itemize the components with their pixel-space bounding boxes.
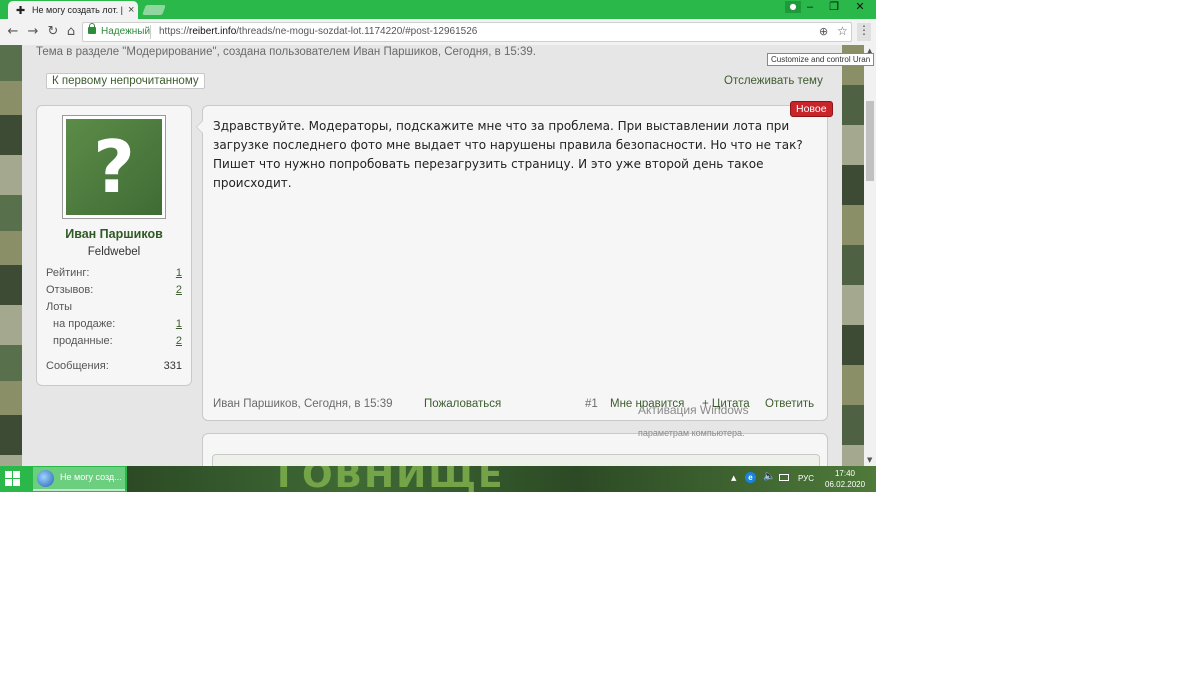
address-bar[interactable]: Надежный https://reibert.info/threads/ne… <box>82 22 852 42</box>
background-camo-left <box>0 45 22 466</box>
tab-close-icon[interactable]: × <box>128 4 134 16</box>
windows-start-icon[interactable] <box>5 471 21 487</box>
menu-tooltip: Customize and control Uran <box>767 53 875 66</box>
watch-thread-link[interactable]: Отслеживать тему <box>724 75 823 87</box>
browser-menu-icon[interactable]: ⋮ <box>857 23 871 41</box>
screen: ✚ Не могу создать лот. | R × ● – ❐ ✕ ← →… <box>0 0 876 492</box>
sold-label: проданные: <box>53 335 113 347</box>
thread-description: Тема в разделе "Модерирование", создана … <box>36 46 536 58</box>
network-icon[interactable] <box>779 474 789 481</box>
back-arrow-icon[interactable]: ← <box>6 24 20 40</box>
activation-title: Активация Windows <box>638 403 749 417</box>
tray-edge-icon[interactable]: e <box>745 472 756 483</box>
messages-row: Сообщения: 331 <box>46 360 182 372</box>
window-close-button[interactable]: ✕ <box>847 0 873 14</box>
on-sale-label: на продаже: <box>53 318 116 330</box>
url-scheme: https:// <box>159 26 190 37</box>
activation-subtitle: параметрам компьютера. <box>638 428 745 438</box>
sold-row: проданные: 2 <box>53 335 182 347</box>
url-divider <box>150 25 151 39</box>
bookmark-star-icon[interactable]: ☆ <box>837 24 848 38</box>
post-panel: Новое Здравствуйте. Модераторы, подскажи… <box>196 101 833 421</box>
browser-tab[interactable]: ✚ Не могу создать лот. | R × <box>8 1 138 19</box>
scroll-down-icon[interactable]: ▼ <box>867 456 872 464</box>
reply-link[interactable]: Ответить <box>765 398 814 410</box>
rating-label: Рейтинг: <box>46 267 90 279</box>
forward-arrow-icon[interactable]: → <box>26 24 40 40</box>
browser-toolbar: ← → ↻ ⌂ Надежный https://reibert.info/th… <box>0 19 876 46</box>
reviews-value-link[interactable]: 2 <box>176 284 182 296</box>
taskbar-browser-item[interactable]: Не могу созд... <box>33 467 125 491</box>
secure-label[interactable]: Надежный <box>101 26 150 37</box>
messages-value: 331 <box>163 360 182 372</box>
clock-time: 17:40 <box>834 469 856 478</box>
avatar-placeholder-icon: ? <box>66 119 162 215</box>
reload-icon[interactable]: ↻ <box>46 24 60 40</box>
page-scrollbar[interactable]: ▲ ▼ <box>864 45 876 466</box>
question-mark-icon: ? <box>93 125 135 209</box>
next-post-inner <box>212 454 820 466</box>
language-indicator[interactable]: РУС <box>798 474 814 483</box>
first-unread-button[interactable]: К первому непрочитанному <box>46 73 205 89</box>
window-maximize-button[interactable]: ❐ <box>821 0 847 14</box>
windows-activation-watermark: Активация Windows параметрам компьютера. <box>638 404 749 440</box>
tab-title: Не могу создать лот. | R <box>32 5 124 15</box>
taskbar-item-label: Не могу созд... <box>60 472 122 482</box>
new-tab-button[interactable] <box>142 5 166 15</box>
site-favicon-icon: ✚ <box>16 3 26 17</box>
lots-label: Лоты <box>46 301 73 313</box>
on-sale-value-link[interactable]: 1 <box>176 318 182 330</box>
home-icon[interactable]: ⌂ <box>64 24 78 40</box>
browser-tab-strip: ✚ Не могу создать лот. | R × ● – ❐ ✕ <box>0 0 876 19</box>
post-pointer-arrow <box>196 120 203 134</box>
scroll-thumb[interactable] <box>866 101 874 181</box>
banner-text: ГОВНИЩЕ <box>277 466 505 492</box>
user-rank: Feldwebel <box>87 246 141 258</box>
rating-value-link[interactable]: 1 <box>176 267 182 279</box>
background-camo-right <box>842 45 864 466</box>
new-badge: Новое <box>790 101 833 117</box>
window-minimize-button[interactable]: – <box>797 0 823 14</box>
avatar[interactable]: ? <box>62 115 166 219</box>
clock-date: 06.02.2020 <box>825 480 866 489</box>
zoom-icon[interactable]: ⊕ <box>819 25 828 38</box>
post-author-time[interactable]: Иван Паршиков, Сегодня, в 15:39 <box>213 398 393 410</box>
on-sale-row: на продаже: 1 <box>53 318 182 330</box>
reviews-label: Отзывов: <box>46 284 94 296</box>
user-info-panel: ? Иван Паршиков Feldwebel Рейтинг: 1 Отз… <box>36 105 192 386</box>
browser-app-icon <box>37 470 54 487</box>
lots-row: Лоты <box>46 301 182 313</box>
tray-expand-icon[interactable]: ▲ <box>731 474 736 482</box>
url-path: /threads/ne-mogu-sozdat-lot.1174220/#pos… <box>236 26 478 37</box>
report-link[interactable]: Пожаловаться <box>424 398 501 410</box>
sold-value-link[interactable]: 2 <box>176 335 182 347</box>
volume-icon[interactable]: 🔈 <box>763 471 775 482</box>
url-host: reibert.info <box>189 26 237 37</box>
messages-label: Сообщения: <box>46 360 109 372</box>
lock-icon[interactable] <box>88 23 96 34</box>
rating-row: Рейтинг: 1 <box>46 267 182 279</box>
post-number-link[interactable]: #1 <box>585 398 598 410</box>
reviews-row: Отзывов: 2 <box>46 284 182 296</box>
clock[interactable]: 17:40 06.02.2020 <box>825 468 865 490</box>
windows-taskbar: ГОВНИЩЕ Не могу созд... ▲ e 🔈 РУС 17:40 … <box>0 466 876 492</box>
post-body: Здравствуйте. Модераторы, подскажите мне… <box>213 119 803 190</box>
url-text[interactable]: https://reibert.info/threads/ne-mogu-soz… <box>159 26 477 37</box>
username-link[interactable]: Иван Паршиков <box>37 227 191 241</box>
